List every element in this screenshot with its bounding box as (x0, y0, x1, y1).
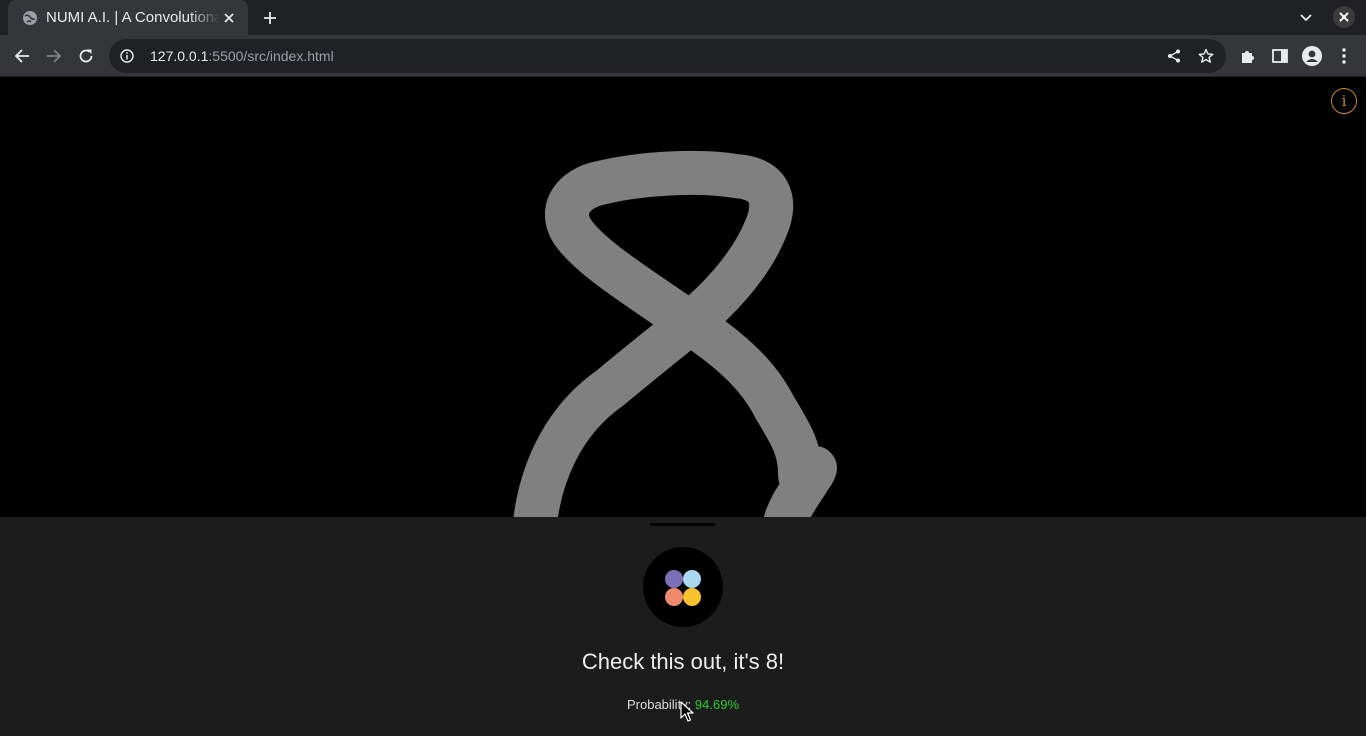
window-close-button[interactable] (1333, 6, 1355, 28)
url-host: 127.0.0.1 (150, 48, 209, 64)
back-icon[interactable] (9, 43, 35, 69)
sidepanel-icon[interactable] (1267, 43, 1293, 69)
menu-icon[interactable] (1331, 43, 1357, 69)
app-logo-icon (643, 547, 723, 627)
profile-icon[interactable] (1299, 43, 1325, 69)
star-icon[interactable] (1194, 44, 1218, 68)
info-icon: i (1341, 92, 1347, 110)
plus-icon[interactable] (258, 6, 282, 30)
close-icon (1339, 12, 1349, 22)
info-button[interactable]: i (1331, 88, 1357, 114)
url-path: :5500/src/index.html (208, 48, 334, 64)
tab-strip: NUMI A.I. | A Convolutional Neural Netwo… (0, 0, 1366, 35)
mouse-cursor-icon (680, 701, 694, 722)
close-icon[interactable] (220, 9, 238, 27)
prediction-text: Check this out, it's 8! (581, 649, 785, 674)
url-text: 127.0.0.1:5500/src/index.html (150, 48, 334, 64)
drawn-digit-stroke (513, 150, 837, 517)
probability-value: 94.69% (694, 697, 739, 712)
puzzle-icon[interactable] (1235, 43, 1261, 69)
panel-drag-handle[interactable] (650, 523, 715, 526)
reload-icon[interactable] (73, 43, 99, 69)
browser-toolbar: 127.0.0.1:5500/src/index.html (0, 35, 1366, 77)
drawing-canvas[interactable]: i (0, 78, 1366, 517)
globe-icon (22, 10, 38, 26)
browser-tab[interactable]: NUMI A.I. | A Convolutional Neural Netwo… (8, 0, 248, 35)
info-icon[interactable] (119, 48, 135, 64)
address-bar[interactable]: 127.0.0.1:5500/src/index.html (109, 39, 1226, 73)
tab-title: NUMI A.I. | A Convolutional Neural Netwo… (46, 9, 220, 26)
share-icon[interactable] (1162, 44, 1186, 68)
app-page: i Check this out, it's 8! Probability: 9… (0, 78, 1366, 736)
chevron-down-icon[interactable] (1294, 6, 1318, 30)
forward-icon[interactable] (41, 43, 67, 69)
